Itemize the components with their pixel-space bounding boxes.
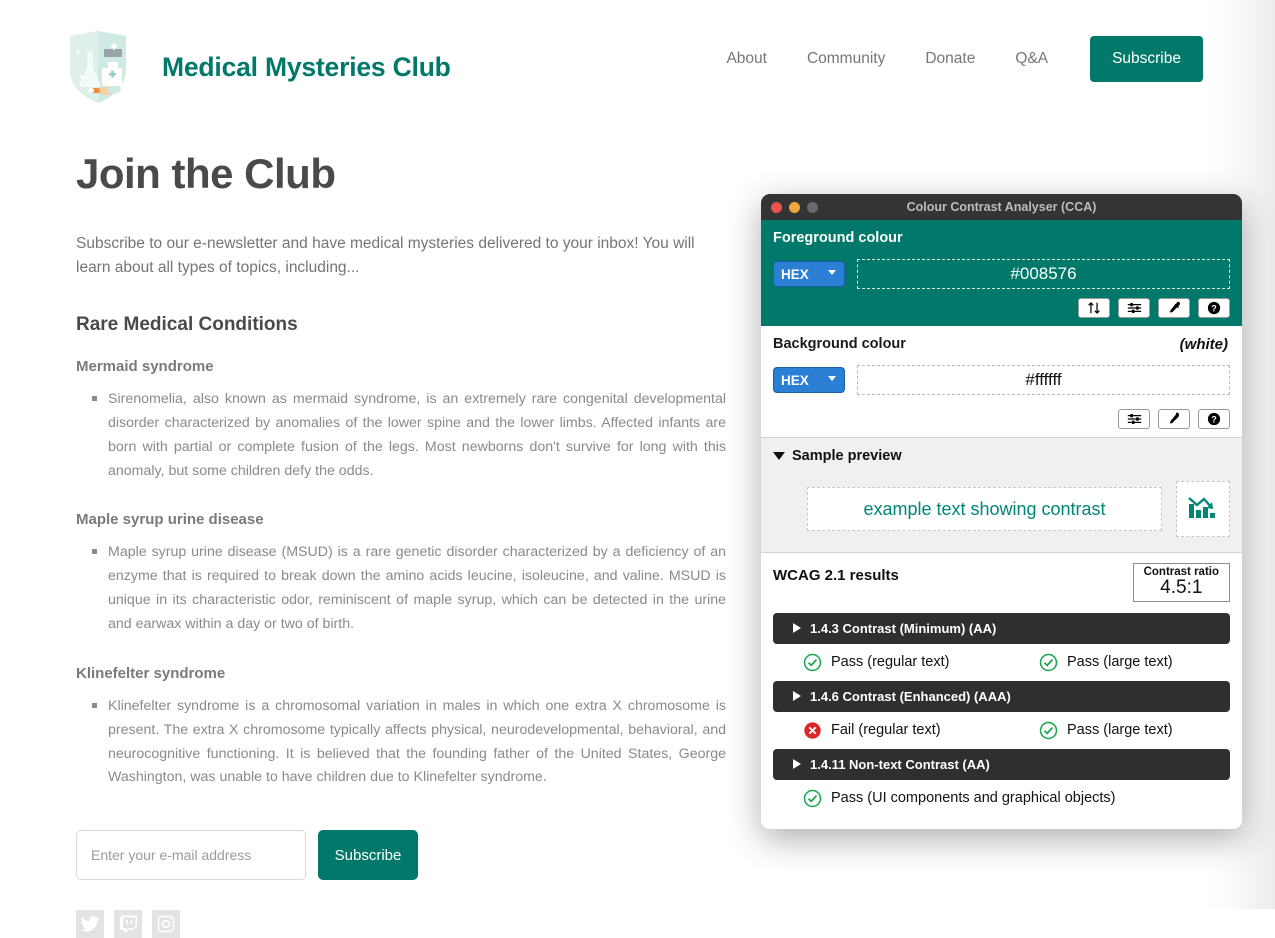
intro-paragraph: Subscribe to our e-newsletter and have m… [76, 235, 695, 277]
wcag-results-section: WCAG 2.1 results Contrast ratio 4.5:1 1.… [761, 553, 1242, 827]
main-nav: About Community Donate Q&A Subscribe [706, 36, 1203, 82]
arrows-up-down-icon[interactable] [1078, 298, 1110, 318]
wcag-group-146: 1.4.6 Contrast (Enhanced) (AAA) Fail (re… [773, 680, 1230, 749]
eyedropper-icon[interactable] [1158, 409, 1190, 429]
condition-list-mermaid: Sirenomelia, also known as mermaid syndr… [76, 388, 726, 483]
condition-list-klinefelter: Klinefelter syndrome is a chromosomal va… [76, 695, 726, 790]
background-hex-input[interactable]: #ffffff [857, 365, 1230, 395]
twitter-icon[interactable] [76, 910, 104, 938]
foreground-colour-row: HEX #008576 [773, 259, 1230, 289]
wcag-1411-ui: Pass (UI components and graphical object… [803, 789, 1116, 808]
wcag-143-label: 1.4.3 Contrast (Minimum) (AA) [810, 620, 997, 636]
sliders-icon[interactable] [1118, 298, 1150, 318]
sample-text: example text showing contrast [807, 487, 1162, 531]
background-colour-section: Background colour (white) HEX #ffffff ? [761, 326, 1242, 438]
sample-preview-title: Sample preview [792, 448, 902, 464]
foreground-format-select[interactable]: HEX [773, 261, 845, 287]
chevron-down-icon [773, 452, 785, 460]
wcag-146-label: 1.4.6 Contrast (Enhanced) (AAA) [810, 688, 1011, 704]
bar-chart-declining-icon [1186, 491, 1220, 528]
wcag-143-large-label: Pass (large text) [1067, 654, 1173, 671]
wcag-143-large: Pass (large text) [1039, 653, 1173, 672]
nav-link-qa[interactable]: Q&A [995, 51, 1068, 67]
chevron-right-icon [793, 623, 801, 634]
wcag-146-large-label: Pass (large text) [1067, 722, 1173, 739]
nav-subscribe-button[interactable]: Subscribe [1090, 36, 1203, 82]
shield-medical-logo-icon [62, 24, 134, 110]
wcag-146-toggle[interactable]: 1.4.6 Contrast (Enhanced) (AAA) [773, 680, 1230, 712]
sample-graphic [1176, 481, 1230, 537]
subscribe-form: Subscribe [76, 830, 726, 881]
wcag-146-regular: Fail (regular text) [803, 721, 1039, 740]
social-links [76, 910, 726, 938]
question-circle-icon[interactable]: ? [1198, 298, 1230, 318]
brand-title: Medical Mysteries Club [162, 51, 451, 82]
wcag-results-title: WCAG 2.1 results [773, 567, 899, 584]
site-header: Medical Mysteries Club About Community D… [0, 0, 1245, 124]
page-title: Join the Club [76, 150, 336, 197]
background-colour-label: Background colour [773, 336, 906, 352]
chevron-right-icon [793, 691, 801, 702]
wcag-146-regular-label: Fail (regular text) [831, 722, 941, 739]
condition-title-klinefelter: Klinefelter syndrome [76, 664, 226, 682]
foreground-colour-section: Foreground colour HEX #008576 ? [761, 220, 1242, 326]
question-circle-icon[interactable]: ? [1198, 409, 1230, 429]
condition-title-msud: Maple syrup urine disease [76, 511, 264, 529]
background-colour-row: HEX #ffffff [773, 365, 1230, 395]
svg-text:?: ? [1211, 304, 1216, 314]
foreground-button-row: ? [1078, 298, 1230, 318]
main-content: Join the Club Subscribe to our e-newslet… [76, 150, 726, 938]
pass-check-icon [1039, 653, 1058, 672]
wcag-1411-label: 1.4.11 Non-text Contrast (AA) [810, 756, 990, 772]
wcag-146-large: Pass (large text) [1039, 721, 1173, 740]
email-field[interactable] [76, 830, 306, 881]
contrast-ratio-value: 4.5:1 [1160, 577, 1203, 598]
wcag-143-toggle[interactable]: 1.4.3 Contrast (Minimum) (AA) [773, 612, 1230, 644]
condition-list-msud: Maple syrup urine disease (MSUD) is a ra… [76, 541, 726, 636]
sliders-icon[interactable] [1118, 409, 1150, 429]
wcag-143-regular-label: Pass (regular text) [831, 654, 950, 671]
brand[interactable]: Medical Mysteries Club [62, 24, 451, 110]
svg-text:?: ? [1211, 415, 1216, 425]
pass-check-icon [803, 789, 822, 808]
foreground-hex-input[interactable]: #008576 [857, 259, 1230, 289]
nav-link-about[interactable]: About [706, 51, 787, 67]
wcag-143-results: Pass (regular text) Pass (large text) [773, 644, 1230, 681]
nav-link-donate[interactable]: Donate [905, 51, 995, 67]
background-format-select[interactable]: HEX [773, 367, 845, 393]
colour-contrast-analyser-window: Colour Contrast Analyser (CCA) Foregroun… [761, 194, 1242, 829]
eyedropper-icon[interactable] [1158, 298, 1190, 318]
section-title: Rare Medical Conditions [76, 314, 298, 336]
wcag-143-regular: Pass (regular text) [803, 653, 1039, 672]
background-button-row: ? [1118, 409, 1230, 429]
list-item: Klinefelter syndrome is a chromosomal va… [92, 695, 726, 790]
pass-check-icon [803, 653, 822, 672]
cca-titlebar[interactable]: Colour Contrast Analyser (CCA) [761, 194, 1242, 220]
twitch-icon[interactable] [114, 910, 142, 938]
wcag-146-results: Fail (regular text) Pass (large text) [773, 712, 1230, 749]
wcag-results-header: WCAG 2.1 results Contrast ratio 4.5:1 [773, 563, 1230, 602]
sample-preview-header[interactable]: Sample preview [773, 448, 1230, 464]
wcag-1411-results: Pass (UI components and graphical object… [773, 780, 1230, 817]
wcag-1411-toggle[interactable]: 1.4.11 Non-text Contrast (AA) [773, 748, 1230, 780]
fail-cross-icon [803, 721, 822, 740]
instagram-icon[interactable] [152, 910, 180, 938]
subscribe-button[interactable]: Subscribe [318, 830, 418, 881]
foreground-colour-label: Foreground colour [773, 230, 903, 246]
wcag-1411-ui-label: Pass (UI components and graphical object… [831, 790, 1116, 807]
wcag-group-143: 1.4.3 Contrast (Minimum) (AA) Pass (regu… [773, 612, 1230, 681]
contrast-ratio-box: Contrast ratio 4.5:1 [1132, 563, 1230, 602]
list-item: Maple syrup urine disease (MSUD) is a ra… [92, 541, 726, 636]
condition-title-mermaid: Mermaid syndrome [76, 358, 214, 376]
list-item: Sirenomelia, also known as mermaid syndr… [92, 388, 726, 483]
sample-preview-section: Sample preview example text showing cont… [761, 438, 1242, 553]
chevron-right-icon [793, 759, 801, 770]
wcag-group-1411: 1.4.11 Non-text Contrast (AA) Pass (UI c… [773, 748, 1230, 817]
nav-link-community[interactable]: Community [787, 51, 905, 67]
cca-window-title: Colour Contrast Analyser (CCA) [906, 200, 1097, 214]
pass-check-icon [1039, 721, 1058, 740]
sample-preview-body: example text showing contrast [773, 481, 1230, 537]
background-colour-note: (white) [1179, 336, 1228, 353]
